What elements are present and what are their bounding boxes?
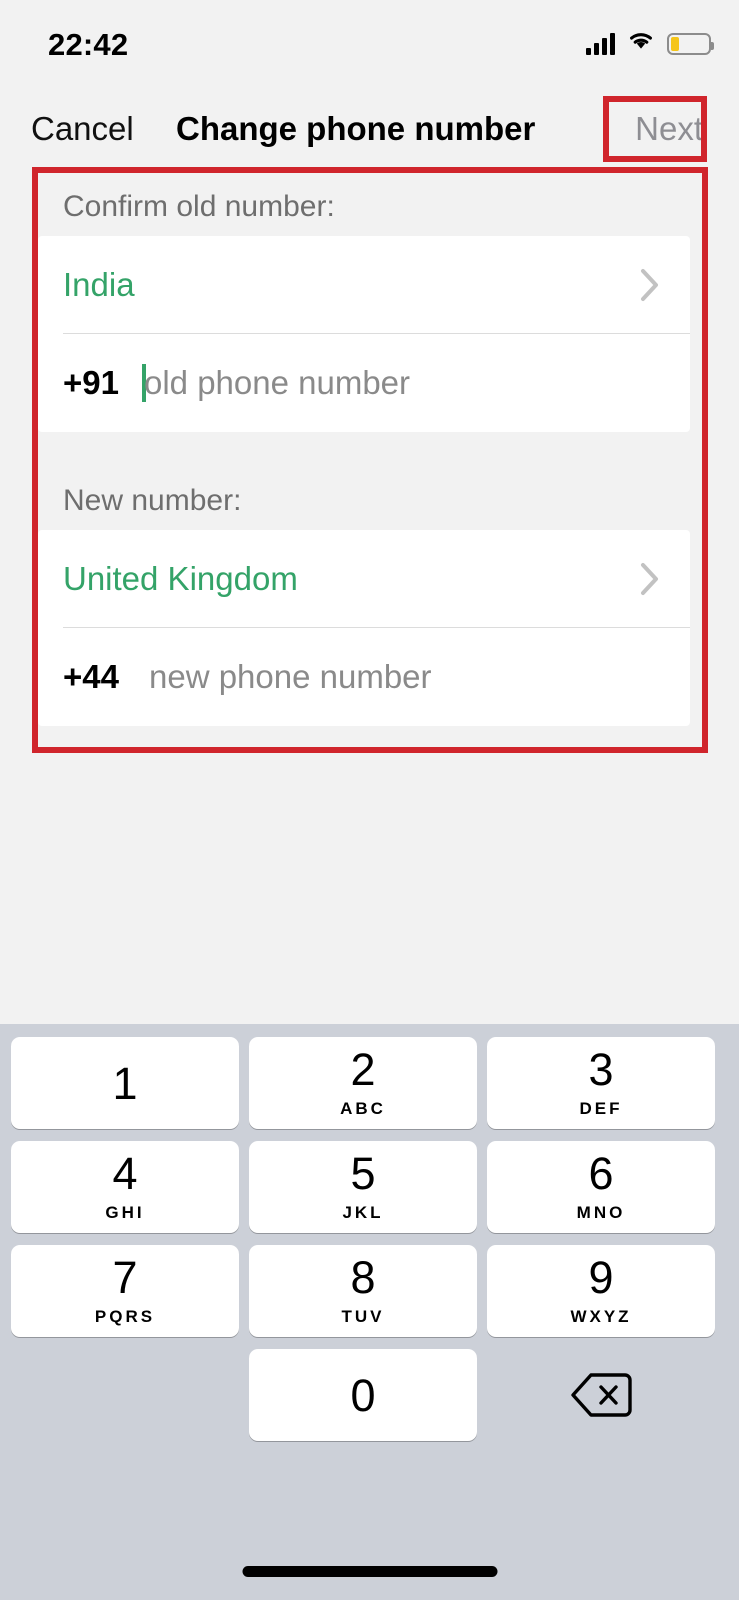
numeric-keypad: 1 2 ABC 3 DEF 4 GHI 5 JKL 6 MNO 7 PQRS 8 TUV 9 WXYZ 0 [0, 1024, 739, 1600]
chevron-right-icon [640, 268, 660, 302]
key-digit: 5 [350, 1148, 376, 1199]
key-letters: TUV [341, 1307, 385, 1326]
cellular-signal-icon [586, 32, 615, 55]
backspace-delete-icon [571, 1373, 632, 1417]
page-title: Change phone number [176, 110, 536, 147]
status-indicators [586, 30, 714, 57]
cancel-button[interactable]: Cancel [31, 110, 134, 148]
old-dial-code: +91 [63, 364, 119, 401]
key-letters: JKL [342, 1203, 384, 1222]
wifi-icon [627, 30, 655, 57]
key-letters: ABC [340, 1099, 386, 1118]
old-number-card: India +91 old phone number [38, 236, 690, 432]
backspace-key[interactable] [487, 1349, 715, 1441]
key-1[interactable]: 1 [11, 1037, 239, 1129]
old-phone-row[interactable]: +91 old phone number [38, 334, 690, 432]
key-0[interactable]: 0 [249, 1349, 477, 1441]
new-number-card: United Kingdom +44 new phone number [38, 530, 690, 726]
chevron-right-icon [640, 562, 660, 596]
new-country-label: United Kingdom [63, 560, 298, 597]
old-country-row[interactable]: India [38, 236, 690, 334]
key-letters: DEF [579, 1099, 623, 1118]
key-digit: 0 [350, 1369, 376, 1421]
key-4[interactable]: 4 GHI [11, 1141, 239, 1233]
next-button[interactable]: Next [635, 110, 703, 148]
key-2[interactable]: 2 ABC [249, 1037, 477, 1129]
key-6[interactable]: 6 MNO [487, 1141, 715, 1233]
key-letters: WXYZ [570, 1307, 632, 1326]
new-number-section-header: New number: [63, 484, 242, 517]
key-digit: 3 [588, 1044, 614, 1095]
old-phone-input[interactable]: old phone number [144, 364, 410, 402]
key-7[interactable]: 7 PQRS [11, 1245, 239, 1337]
new-country-row[interactable]: United Kingdom [38, 530, 690, 628]
key-digit: 9 [588, 1252, 614, 1303]
old-country-label: India [63, 266, 135, 303]
battery-low-icon [667, 32, 714, 55]
new-phone-row[interactable]: +44 new phone number [38, 628, 690, 726]
new-phone-input[interactable]: new phone number [149, 658, 432, 696]
key-5[interactable]: 5 JKL [249, 1141, 477, 1233]
key-digit: 4 [112, 1148, 138, 1199]
key-digit: 6 [588, 1148, 614, 1199]
key-letters: GHI [105, 1203, 145, 1222]
key-digit: 8 [350, 1252, 376, 1303]
form-content: Confirm old number: India +91 old phone … [0, 168, 739, 1024]
key-3[interactable]: 3 DEF [487, 1037, 715, 1129]
new-dial-code: +44 [63, 658, 119, 695]
status-time: 22:42 [48, 27, 129, 62]
key-digit: 2 [350, 1044, 376, 1095]
key-letters: PQRS [94, 1307, 156, 1326]
key-8[interactable]: 8 TUV [249, 1245, 477, 1337]
phone-screen: 22:42 Cancel Change phone number Next Co… [0, 0, 739, 1600]
key-digit: 7 [112, 1252, 138, 1303]
status-bar: 22:42 [0, 0, 739, 90]
key-9[interactable]: 9 WXYZ [487, 1245, 715, 1337]
key-letters: MNO [576, 1203, 626, 1222]
navigation-bar: Cancel Change phone number Next [0, 90, 739, 168]
home-indicator [242, 1566, 497, 1577]
old-number-section-header: Confirm old number: [63, 190, 335, 223]
key-digit: 1 [112, 1057, 138, 1109]
